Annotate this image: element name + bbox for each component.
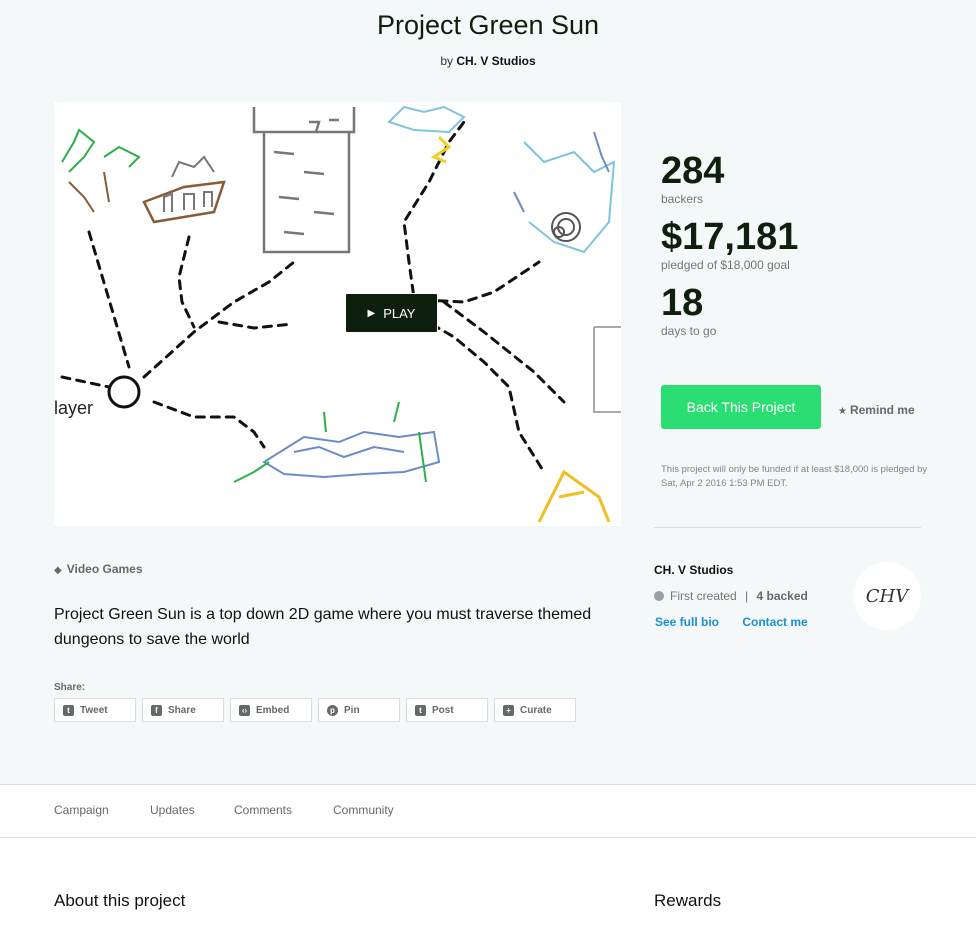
creator-name[interactable]: CH. V Studios: [654, 563, 733, 577]
tag-icon: ◆: [54, 565, 62, 576]
about-heading: About this project: [54, 891, 186, 910]
creator-avatar[interactable]: CHV: [853, 562, 921, 630]
byline-prefix: by: [440, 54, 453, 68]
project-title: Project Green Sun: [376, 10, 600, 40]
tab-campaign[interactable]: Campaign: [54, 803, 109, 817]
first-created-label: First created: [670, 589, 737, 603]
share-buttons: t Tweet f Share ‹› Embed p Pin t Post + Curate: [54, 698, 576, 722]
pledged-amount: $17,181: [661, 216, 799, 258]
tab-comments[interactable]: Comments: [234, 803, 292, 817]
days-label: days to go: [661, 324, 717, 338]
remind-me-link[interactable]: ★ Remind me: [838, 403, 915, 417]
share-button-pin[interactable]: p Pin: [318, 698, 400, 722]
share-button-label: Curate: [520, 704, 552, 716]
video-thumbnail-drawing: [60, 105, 621, 523]
project-blurb: Project Green Sun is a top down 2D game …: [54, 606, 592, 648]
meta-separator: |: [745, 589, 749, 603]
pinterest-icon: p: [327, 704, 338, 716]
backers-label: backers: [661, 192, 704, 206]
tab-updates[interactable]: Updates: [150, 803, 195, 817]
facebook-icon: f: [151, 704, 162, 716]
project-tab-bar: Campaign Updates Comments Community: [0, 784, 976, 838]
project-byline: by CH. V Studios: [0, 54, 976, 68]
project-video[interactable]: layer ▶ PLAY: [54, 102, 621, 526]
see-full-bio-link[interactable]: See full bio: [655, 615, 719, 629]
share-button-label: Share: [168, 704, 196, 716]
plus-icon: +: [503, 704, 514, 716]
embed-icon: ‹›: [239, 704, 250, 716]
share-button-post[interactable]: t Post: [406, 698, 488, 722]
days-count: 18: [661, 282, 704, 324]
play-button[interactable]: ▶ PLAY: [345, 293, 438, 333]
play-label: PLAY: [383, 305, 416, 321]
share-button-label: Pin: [344, 704, 360, 716]
creator-meta: First created | 4 backed: [654, 589, 808, 603]
share-button-facebook[interactable]: f Share: [142, 698, 224, 722]
share-button-curate[interactable]: + Curate: [494, 698, 576, 722]
star-icon: ★: [838, 406, 847, 417]
video-caption-fragment: layer: [54, 398, 94, 418]
rewards-heading: Rewards: [654, 891, 722, 910]
stats-panel: 284 backers $17,181 pledged of $18,000 g…: [661, 150, 921, 348]
backed-count: 4 backed: [756, 589, 808, 603]
share-button-embed[interactable]: ‹› Embed: [230, 698, 312, 722]
first-created-icon: [654, 591, 664, 601]
creator-links: See full bio Contact me: [655, 615, 828, 629]
share-button-tweet[interactable]: t Tweet: [54, 698, 136, 722]
share-button-label: Embed: [256, 704, 290, 716]
tumblr-icon: t: [415, 704, 426, 716]
contact-me-link[interactable]: Contact me: [742, 615, 807, 629]
share-button-label: Tweet: [80, 704, 108, 716]
backers-count: 284: [661, 150, 725, 192]
tab-community[interactable]: Community: [333, 803, 394, 817]
twitter-icon: t: [63, 704, 74, 716]
share-label: Share:: [54, 682, 86, 693]
byline-creator-link[interactable]: CH. V Studios: [456, 54, 535, 68]
remind-label: Remind me: [849, 403, 915, 417]
category-label: Video Games: [66, 562, 143, 576]
back-project-button[interactable]: Back This Project: [661, 385, 821, 429]
play-triangle-icon: ▶: [367, 307, 376, 319]
pledged-label: pledged of $18,000 goal: [661, 258, 790, 272]
funding-note: This project will only be funded if at l…: [661, 464, 928, 489]
share-button-label: Post: [432, 704, 454, 716]
divider: [654, 527, 921, 528]
category-link[interactable]: ◆ Video Games: [54, 562, 143, 576]
